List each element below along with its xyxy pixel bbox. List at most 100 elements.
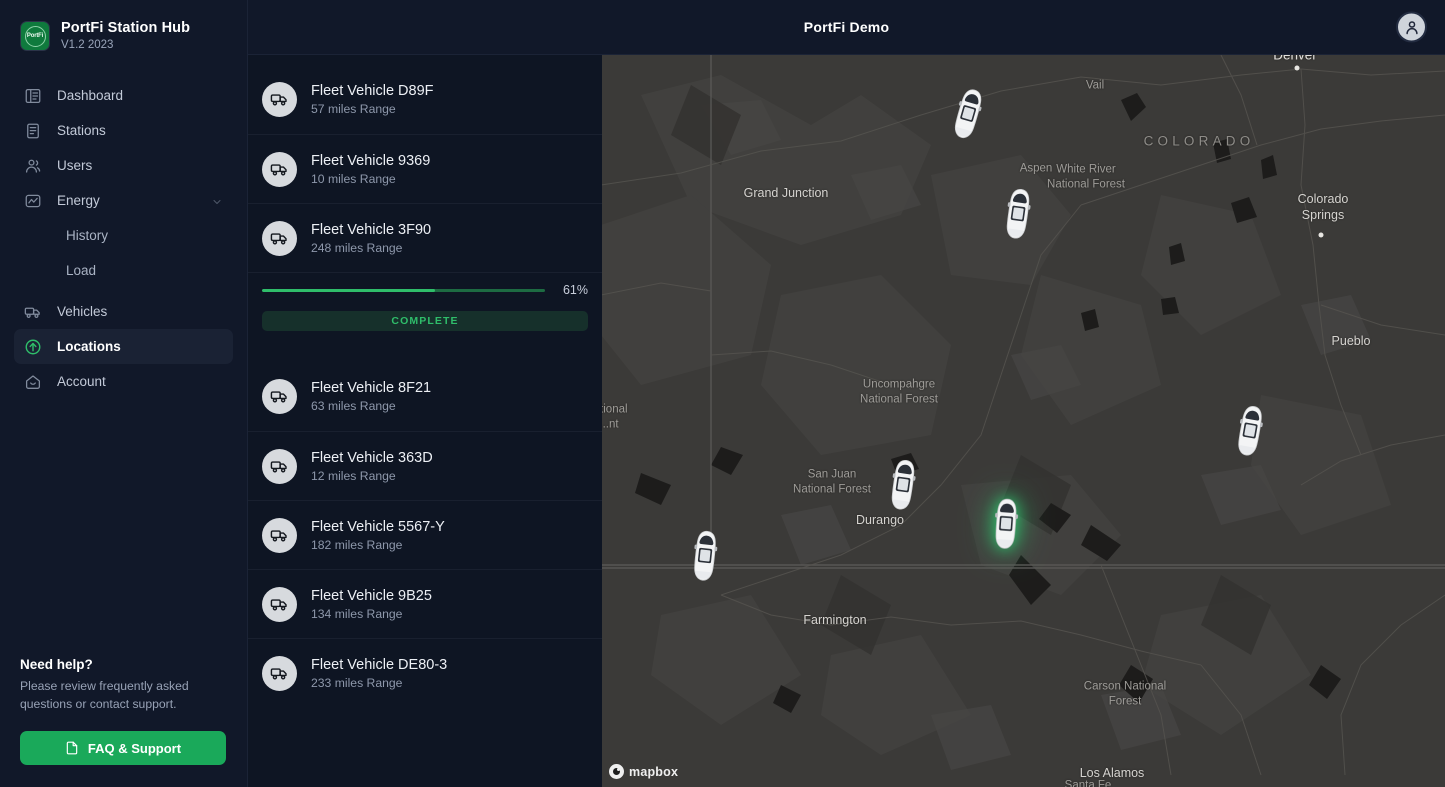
vehicle-list-item[interactable]: Fleet Vehicle DE80-3 233 miles Range — [248, 638, 602, 707]
vehicle-range: 10 miles Range — [311, 172, 430, 186]
progress-block: 61% COMPLETE — [248, 272, 602, 343]
vehicles-icon — [24, 303, 42, 321]
vehicle-name: Fleet Vehicle 9B25 — [311, 588, 432, 604]
vehicle-range: 134 miles Range — [311, 607, 432, 621]
sidebar-item-vehicles[interactable]: Vehicles — [14, 294, 233, 329]
brand: PortFi PortFi Station Hub V1.2 2023 — [0, 0, 247, 58]
mapbox-label: mapbox — [629, 765, 678, 779]
vehicle-list-item[interactable]: Fleet Vehicle 9369 10 miles Range — [248, 134, 602, 203]
truck-icon — [270, 160, 289, 179]
truck-icon-badge — [262, 449, 297, 484]
sidebar-item-history[interactable]: History — [14, 218, 233, 253]
truck-icon — [270, 595, 289, 614]
mapbox-logo-icon — [609, 764, 624, 779]
vehicle-list-item[interactable]: Fleet Vehicle 9B25 134 miles Range — [248, 569, 602, 638]
sidebar-item-load[interactable]: Load — [14, 253, 233, 288]
vehicle-name: Fleet Vehicle 363D — [311, 450, 433, 466]
complete-status-label: COMPLETE — [391, 315, 458, 327]
sidebar-item-stations[interactable]: Stations — [14, 113, 233, 148]
portfi-logo-icon: PortFi — [20, 21, 50, 51]
help-section: Need help? Please review frequently aske… — [0, 657, 247, 787]
app-title: PortFi Station Hub — [61, 20, 190, 37]
vehicle-range: 233 miles Range — [311, 676, 447, 690]
truck-icon-badge — [262, 518, 297, 553]
vehicle-list-item[interactable]: Fleet Vehicle 363D 12 miles Range — [248, 431, 602, 500]
progress-percent: 61% — [558, 283, 588, 297]
sidebar-item-label: Stations — [57, 123, 106, 138]
faq-support-button[interactable]: FAQ & Support — [20, 731, 226, 765]
sidebar-item-locations[interactable]: Locations — [14, 329, 233, 364]
chevron-down-icon[interactable] — [211, 195, 223, 207]
energy-icon — [24, 192, 42, 210]
sidebar-item-label: Users — [57, 158, 92, 173]
sidebar-item-label: Account — [57, 374, 106, 389]
mapbox-attribution[interactable]: mapbox — [609, 764, 678, 779]
faq-support-label: FAQ & Support — [88, 741, 181, 756]
locations-icon — [24, 338, 42, 356]
sidebar: PortFi PortFi Station Hub V1.2 2023 Dash… — [0, 0, 248, 787]
topbar: PortFi Demo — [248, 0, 1445, 55]
vehicle-name: Fleet Vehicle DE80-3 — [311, 657, 447, 673]
progress-bar — [262, 289, 545, 292]
sidebar-item-users[interactable]: Users — [14, 148, 233, 183]
logo-label: PortFi — [27, 33, 43, 39]
vehicles-icon — [24, 303, 42, 321]
dashboard-icon — [24, 87, 42, 105]
truck-icon-badge — [262, 221, 297, 256]
vehicle-name: Fleet Vehicle 3F90 — [311, 222, 431, 238]
vehicle-range: 63 miles Range — [311, 399, 431, 413]
map-vehicle-marker[interactable] — [883, 457, 924, 513]
account-icon — [24, 373, 42, 391]
energy-icon — [24, 192, 42, 210]
vehicle-name: Fleet Vehicle D89F — [311, 83, 434, 99]
vehicle-range: 57 miles Range — [311, 102, 434, 116]
map-city-dot — [1295, 66, 1300, 71]
truck-icon-badge — [262, 152, 297, 187]
app-root: PortFi PortFi Station Hub V1.2 2023 Dash… — [0, 0, 1445, 787]
avatar[interactable] — [1396, 12, 1427, 43]
map-vehicle-marker[interactable] — [998, 186, 1039, 242]
vehicle-range: 12 miles Range — [311, 469, 433, 483]
sidebar-item-label: History — [66, 228, 108, 243]
map-city-dot — [1319, 233, 1324, 238]
truck-icon-badge — [262, 656, 297, 691]
truck-icon — [270, 457, 289, 476]
user-avatar-icon — [1403, 18, 1421, 36]
truck-icon-badge — [262, 82, 297, 117]
locations-icon — [24, 338, 42, 356]
dashboard-icon — [24, 87, 42, 105]
truck-icon — [270, 229, 289, 248]
vehicle-list-item[interactable]: Fleet Vehicle D89F 57 miles Range — [248, 65, 602, 134]
sidebar-item-account[interactable]: Account — [14, 364, 233, 399]
users-icon — [24, 157, 42, 175]
app-version: V1.2 2023 — [61, 39, 190, 52]
complete-status-button[interactable]: COMPLETE — [262, 311, 588, 331]
sidebar-item-dashboard[interactable]: Dashboard — [14, 78, 233, 113]
vehicle-name: Fleet Vehicle 8F21 — [311, 380, 431, 396]
truck-icon — [270, 387, 289, 406]
vehicle-list-item[interactable]: Fleet Vehicle 5567-Y182 miles Range — [248, 500, 602, 569]
help-text: Please review frequently asked questions… — [20, 677, 227, 714]
account-icon — [24, 373, 42, 391]
vehicle-range: 248 miles Range — [311, 241, 431, 255]
vehicle-name: Fleet Vehicle 9369 — [311, 153, 430, 169]
sidebar-nav: Dashboard Stations Users Energy History Load V… — [0, 78, 247, 399]
truck-icon-badge — [262, 379, 297, 414]
topbar-title: PortFi Demo — [804, 19, 889, 35]
truck-icon — [270, 664, 289, 683]
map-view[interactable]: DenverVailWhite RiverNational ForestAspe… — [601, 55, 1445, 787]
sidebar-item-label: Dashboard — [57, 88, 123, 103]
map-vehicle-marker[interactable] — [685, 528, 724, 583]
users-icon — [24, 157, 42, 175]
map-vehicle-marker[interactable] — [987, 497, 1025, 551]
vehicle-list-item[interactable]: Fleet Vehicle 8F21 63 miles Range — [248, 362, 602, 431]
vehicle-list-top: Fleet Vehicle D89F57 miles RangeFleet Ve… — [248, 65, 602, 272]
sidebar-item-label: Locations — [57, 339, 121, 354]
truck-icon — [270, 526, 289, 545]
sidebar-item-label: Vehicles — [57, 304, 107, 319]
map-canvas — [601, 55, 1445, 787]
vehicle-list-item[interactable]: Fleet Vehicle 3F90 248 miles Range — [248, 203, 602, 272]
sidebar-item-energy[interactable]: Energy — [14, 183, 233, 218]
sidebar-item-label: Energy — [57, 193, 100, 208]
help-title: Need help? — [20, 657, 227, 672]
